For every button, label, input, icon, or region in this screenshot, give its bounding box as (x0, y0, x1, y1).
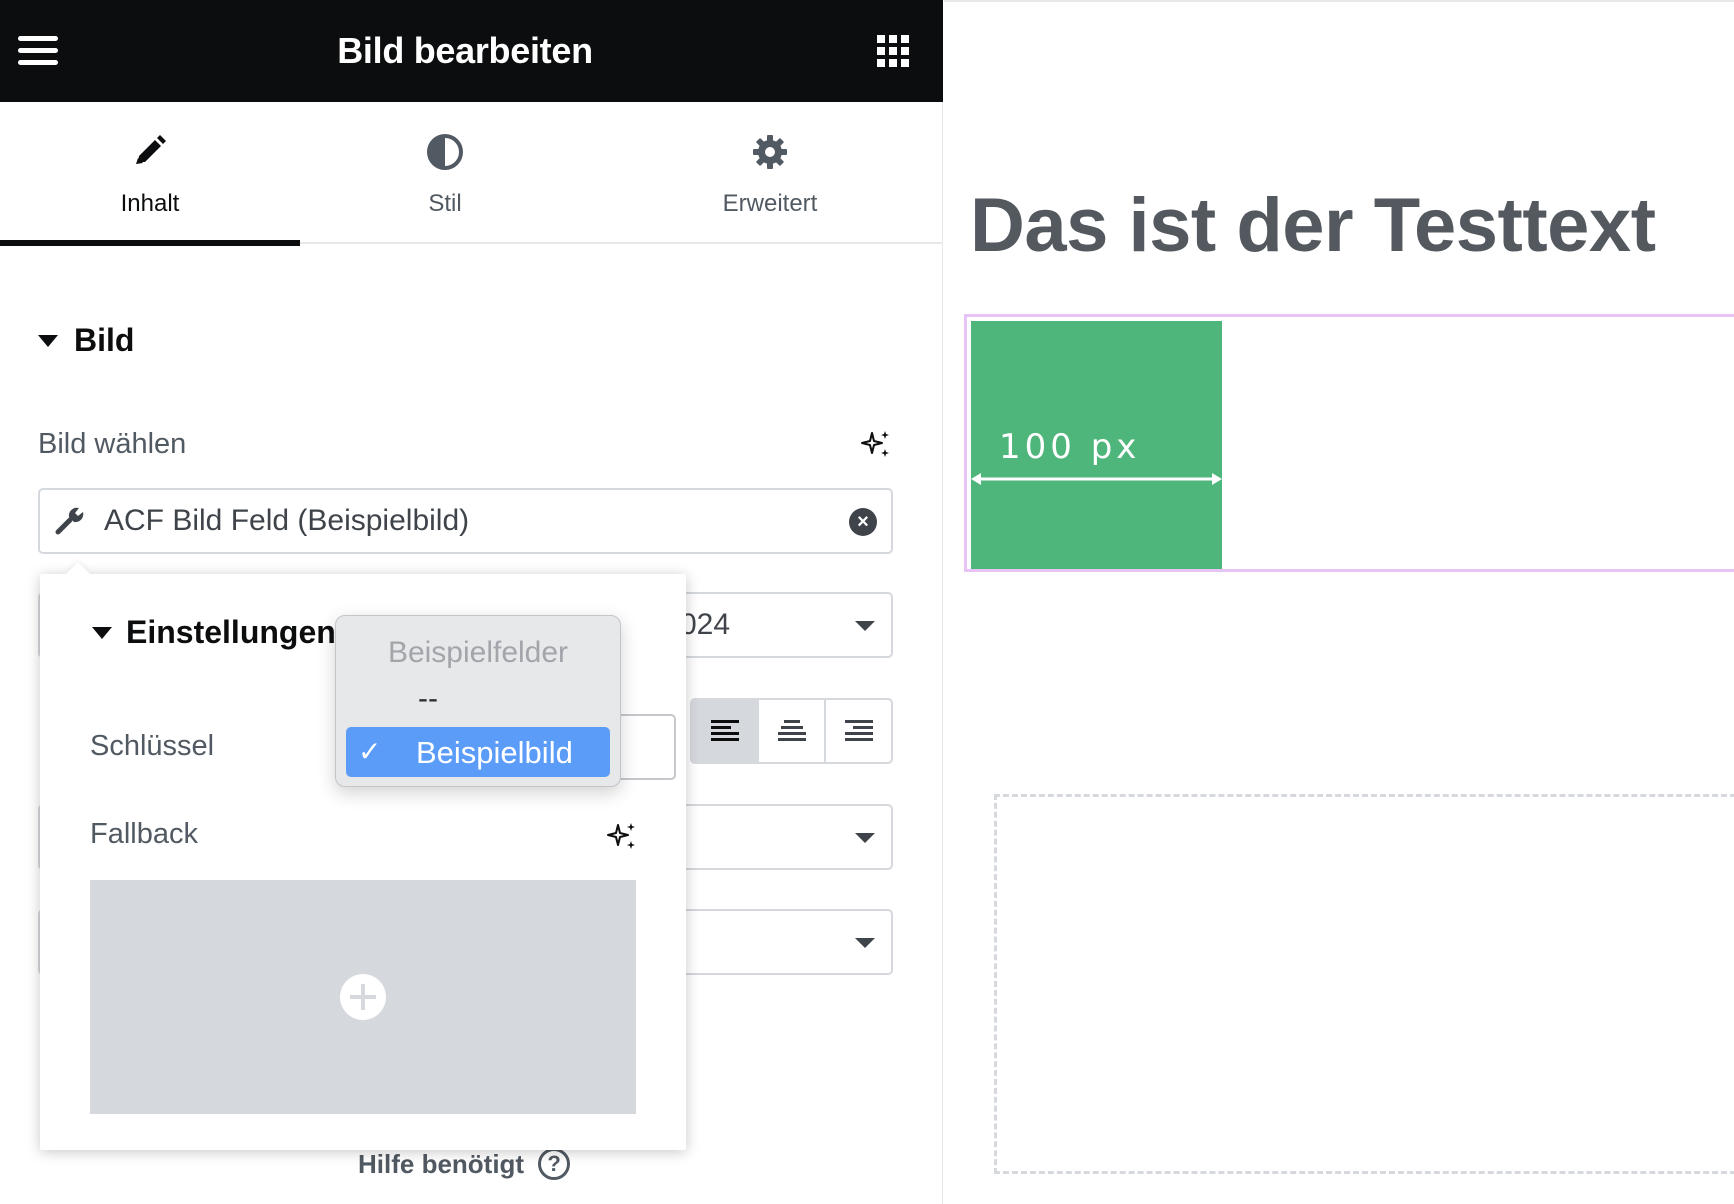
sparkle-icon[interactable] (606, 820, 638, 852)
dynamic-image-field[interactable]: ACF Bild Feld (Beispielbild) × (38, 488, 893, 554)
align-center-button[interactable] (757, 700, 824, 762)
tab-stil[interactable]: Stil (300, 102, 590, 244)
plus-icon (340, 974, 386, 1020)
wrench-icon (55, 507, 84, 535)
align-right-icon (844, 720, 873, 741)
fallback-image-picker[interactable] (90, 880, 636, 1114)
section-toggle-bild[interactable]: Bild (38, 322, 134, 359)
preview-heading[interactable]: Das ist der Testtext (970, 182, 1656, 269)
fallback-label: Fallback (90, 818, 198, 850)
section-title: Bild (74, 322, 135, 358)
tab-label: Erweitert (722, 190, 818, 217)
chevron-down-icon (855, 621, 875, 631)
dropdown-option-label: Beispielbild (416, 735, 573, 770)
tab-label: Stil (428, 190, 462, 217)
align-left-icon (710, 720, 739, 741)
dynamic-field-value: ACF Bild Feld (Beispielbild) (104, 504, 470, 537)
help-link[interactable]: Hilfe benötigt ? (358, 1148, 571, 1180)
tab-inhalt[interactable]: Inhalt (0, 102, 300, 246)
alignment-control (690, 698, 893, 764)
align-right-button[interactable] (824, 700, 891, 762)
help-label: Hilfe benötigt (358, 1148, 525, 1179)
align-center-icon (777, 720, 806, 741)
tab-label: Inhalt (120, 190, 180, 217)
panel-title: Bild bearbeiten (337, 30, 593, 71)
gear-icon (753, 135, 787, 169)
tab-erweitert[interactable]: Erweitert (620, 102, 920, 244)
double-arrow-icon (971, 473, 1222, 485)
pencil-icon (136, 135, 166, 164)
apps-grid-icon[interactable] (877, 35, 909, 67)
key-dropdown-list: Beispielfelder -- ✓ Beispielbild (335, 615, 621, 787)
caret-down-icon (38, 334, 58, 347)
image-widget[interactable]: 100 px (964, 314, 1734, 572)
dropdown-group-label: Beispielfelder (387, 636, 569, 669)
image-field-label: Bild wählen (38, 428, 187, 460)
panel-tabs: Inhalt Stil Erweitert (0, 102, 943, 246)
settings-title: Einstellungen (126, 614, 336, 650)
key-label: Schlüssel (90, 730, 215, 762)
caret-down-icon (92, 626, 112, 639)
preview-canvas: Das ist der Testtext 100 px (944, 0, 1734, 1204)
checkmark-icon: ✓ (358, 736, 382, 767)
dropdown-option-empty[interactable]: -- (418, 682, 438, 716)
align-left-button[interactable] (692, 700, 757, 762)
dropdown-option-beispielbild[interactable]: ✓ Beispielbild (346, 727, 610, 777)
contrast-icon (427, 134, 463, 170)
clear-icon[interactable]: × (849, 508, 877, 536)
preview-image: 100 px (971, 321, 1222, 569)
settings-toggle[interactable]: Einstellungen (92, 614, 336, 651)
empty-drop-zone[interactable] (994, 794, 1734, 1174)
panel-header: Bild bearbeiten (0, 0, 943, 102)
image-label: 100 px (999, 427, 1141, 467)
image-size-value: 024 (680, 608, 731, 641)
help-icon: ? (538, 1148, 571, 1180)
chevron-down-icon (855, 938, 875, 948)
sparkle-icon[interactable] (860, 428, 892, 460)
chevron-down-icon (855, 833, 875, 843)
